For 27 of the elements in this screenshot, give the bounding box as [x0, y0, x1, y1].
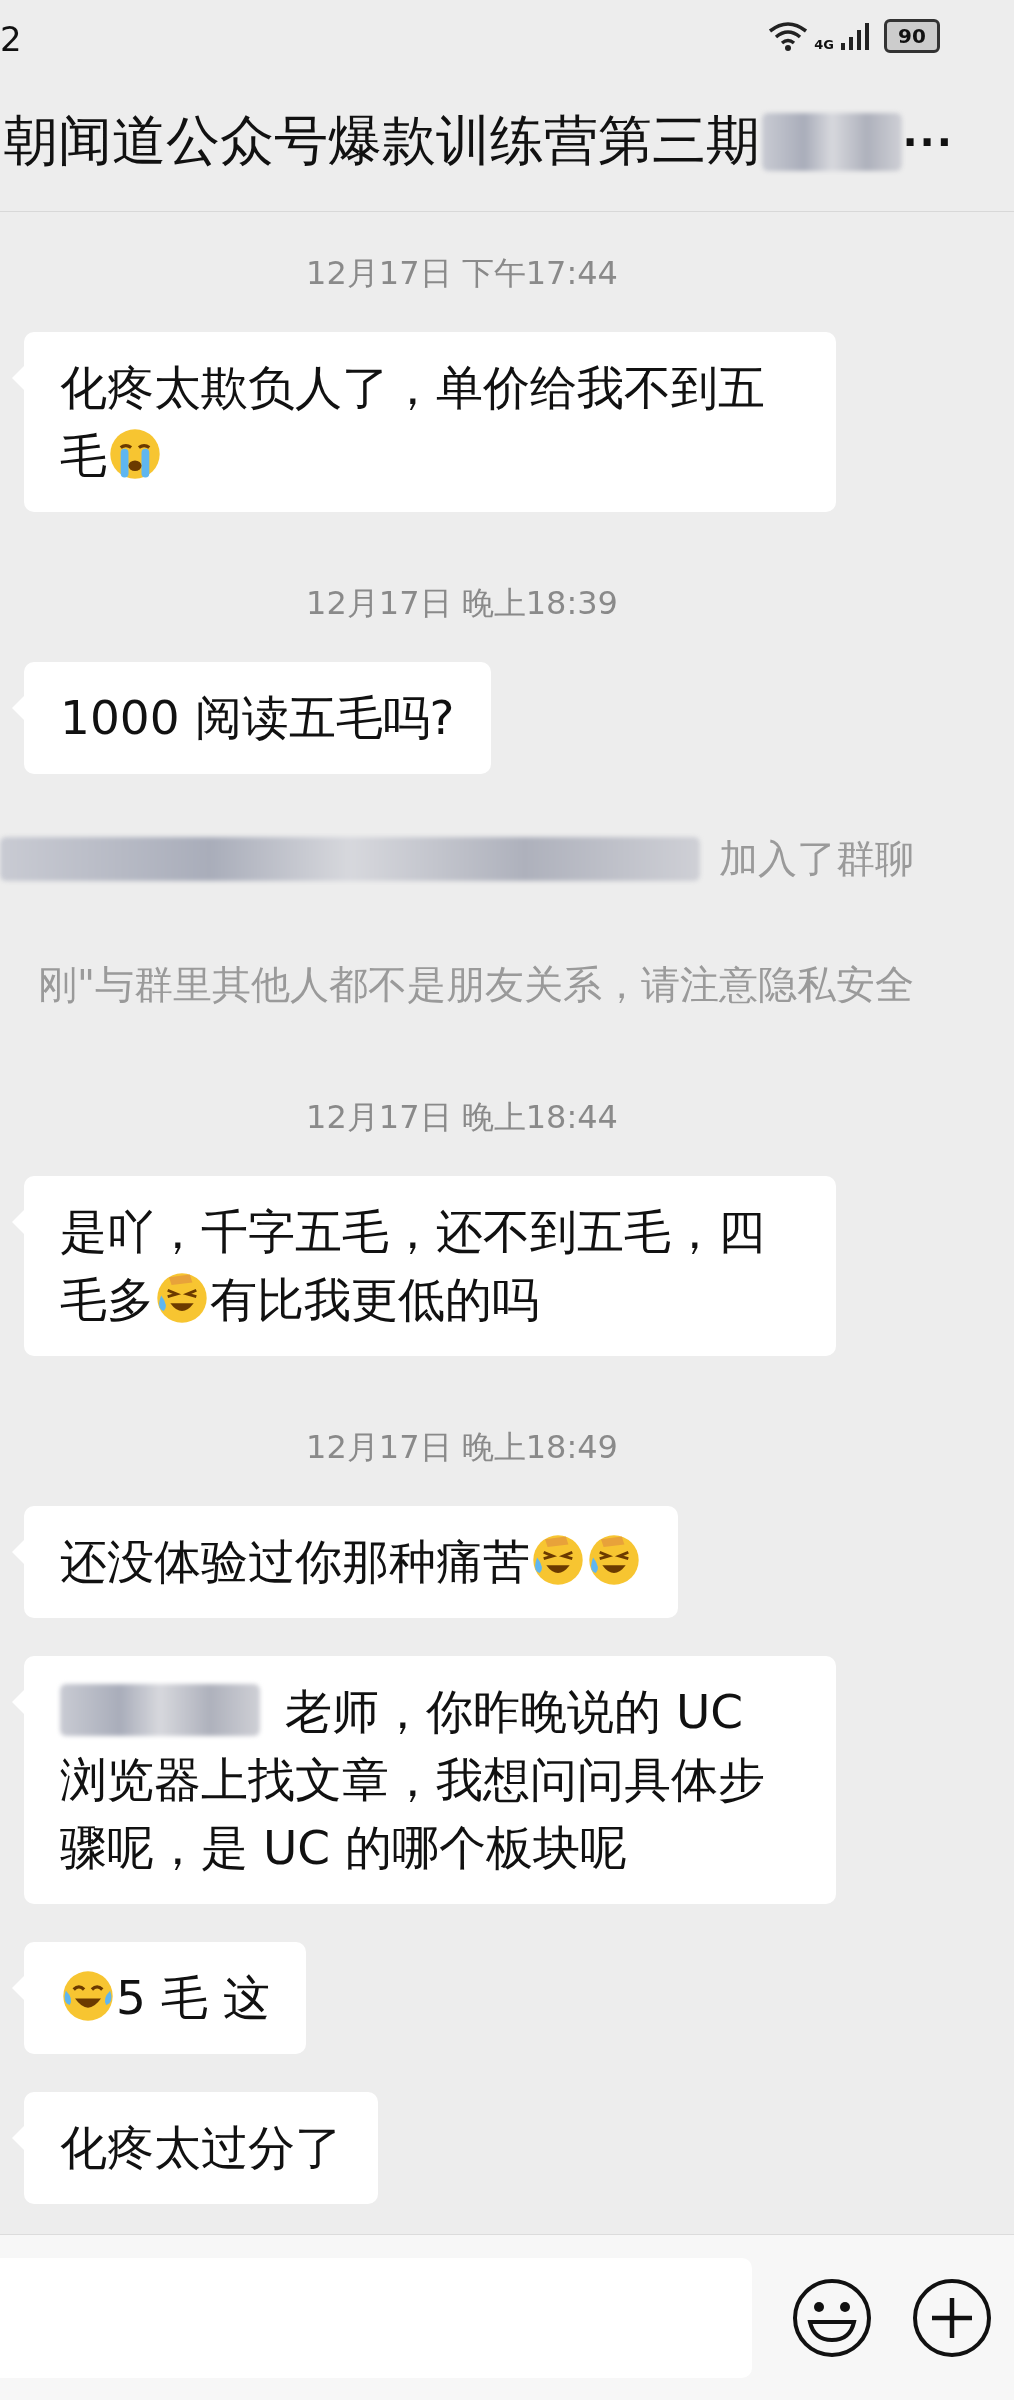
laughing-crying-face-icon [588, 1534, 640, 1587]
message-bubble: 还没体验过你那种痛苦 [24, 1506, 678, 1619]
timestamp: 12月17日 晚上18:39 [306, 583, 618, 625]
timestamp: 12月17日 晚上18:44 [306, 1097, 618, 1139]
emoji-icon[interactable] [792, 2277, 872, 2358]
message-bubble: 1000 阅读五毛吗? [24, 662, 491, 775]
message-bubble: 化疼太过分了 [24, 2092, 378, 2205]
laughing-crying-face-icon [532, 1534, 584, 1587]
message-bubble: 5 毛 这 [24, 1942, 306, 2055]
status-time: 2 [0, 18, 22, 59]
timestamp: 12月17日 下午17:44 [306, 253, 618, 295]
add-icon[interactable] [912, 2277, 992, 2358]
chat-title: 朝闻道公众号爆款训练营第三期 [3, 108, 760, 175]
message-bubble: 老师，你昨晚说的 UC 浏览器上找文章，我想问问具体步骤呢，是 UC 的哪个板块呢 [24, 1656, 836, 1905]
crying-face-icon [109, 428, 161, 481]
wifi-icon [768, 20, 809, 51]
timestamp: 12月17日 晚上18:49 [306, 1427, 618, 1469]
system-notice: 加入了群聊 [719, 835, 914, 884]
message-bubble: 是吖，千字五毛，还不到五毛，四毛多 有比我更低的吗 [24, 1176, 836, 1357]
network-label: 4G [814, 36, 834, 52]
signal-icon [840, 20, 870, 51]
laughing-crying-face-icon [156, 1272, 208, 1325]
laughing-face-icon [62, 1970, 114, 2023]
message-bubble: 化疼太欺负人了，单价给我不到五毛 [24, 332, 836, 513]
battery-indicator: 90 [884, 18, 940, 53]
system-notice: 刚"与群里其他人都不是朋友关系，请注意隐私安全 [38, 961, 914, 1010]
more-button[interactable]: ··· [902, 118, 954, 165]
